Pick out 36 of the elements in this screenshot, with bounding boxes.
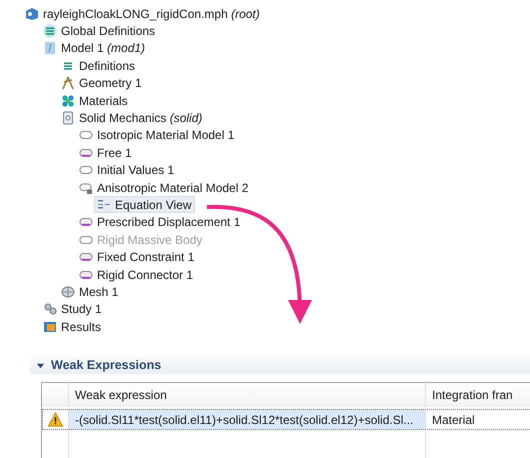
table-cell: -(solid.Sl11*test(solid.el11)+solid.Sl12*test(solid.el12)+solid.Sl... (69, 409, 426, 430)
tree-item[interactable]: Free 1 (76, 144, 135, 162)
results-icon (43, 320, 57, 334)
tree-item[interactable]: Global Definitions (40, 22, 158, 40)
tree-item[interactable]: Solid Mechanics (solid) (58, 110, 206, 127)
tree-item[interactable]: Definitions (58, 57, 138, 74)
tree-item[interactable]: rayleighCloakLONG_rigidCon.mph (root) (22, 5, 263, 22)
tree-item[interactable]: Prescribed Displacement 1 (76, 214, 244, 231)
model-icon (43, 41, 57, 56)
physics-icon (61, 111, 75, 126)
caret-icon (36, 360, 45, 370)
column-header[interactable]: Weak expression (69, 383, 426, 408)
tree-item[interactable]: Study 1 (40, 300, 105, 318)
tree-item[interactable]: Equation View (94, 196, 194, 214)
mesh-icon (61, 284, 75, 299)
study-icon (43, 302, 57, 316)
list-icon (43, 24, 57, 38)
tree-item[interactable]: Anisotropic Material Model 2 (76, 179, 252, 196)
compass-icon (61, 76, 75, 90)
section-header[interactable]: Weak Expressions (30, 356, 530, 374)
tree-item[interactable]: Mesh 1 (58, 283, 122, 300)
file-icon (25, 6, 39, 21)
tree-item[interactable]: Rigid Connector 1 (76, 266, 196, 284)
tree-item[interactable]: Initial Values 1 (76, 162, 178, 179)
warning-icon (48, 412, 62, 428)
materials-icon (61, 94, 75, 108)
tree-item[interactable]: Results (40, 318, 104, 336)
locked-domain-icon (79, 180, 93, 195)
tree-item[interactable]: Geometry 1 (58, 74, 145, 92)
table-cell-text: Material (431, 412, 476, 429)
table-row[interactable]: -(solid.Sl11*test(solid.el11)+solid.Sl12*test(solid.el12)+solid.Sl... Material (42, 409, 530, 430)
tree-item[interactable]: Fixed Constraint 1 (76, 248, 198, 266)
tree-item[interactable]: Model 1 (mod1) (40, 40, 148, 57)
tree-item[interactable]: Materials (58, 92, 131, 110)
tree-item[interactable]: Isotropic Material Model 1 (76, 126, 238, 144)
column-header[interactable]: Integration fran (426, 383, 530, 408)
